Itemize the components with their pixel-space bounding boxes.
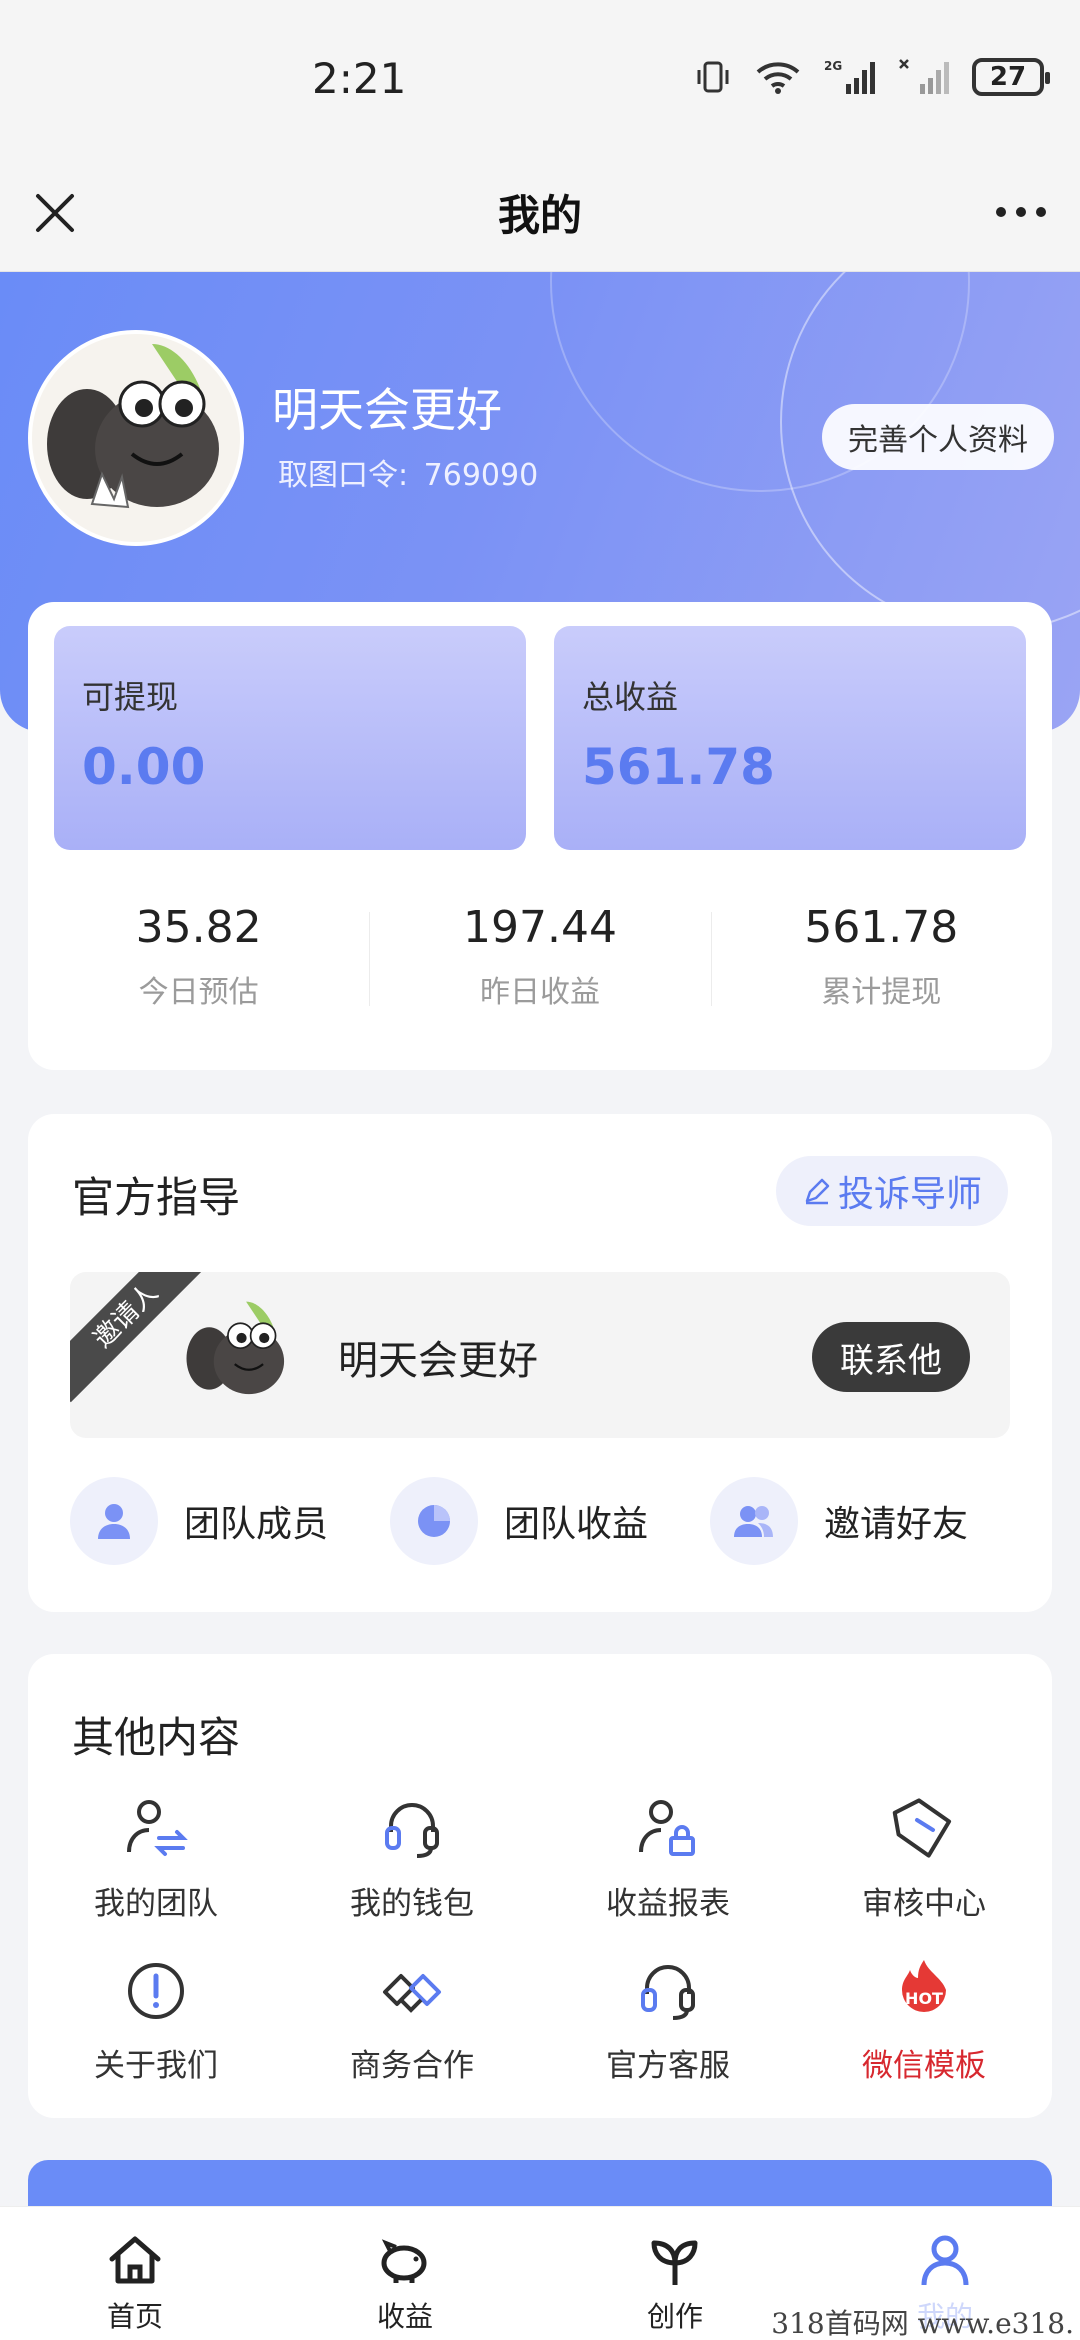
grid-label: 商务合作 <box>350 2048 474 2084</box>
stat-total-withdrawn[interactable]: 561.78 累计提现 <box>710 902 1052 1022</box>
grid-label: 收益报表 <box>606 1886 730 1922</box>
grid-label: 我的团队 <box>94 1886 218 1922</box>
avatar[interactable] <box>28 330 244 546</box>
sheep-avatar-icon <box>32 334 240 542</box>
stat-yesterday-earnings[interactable]: 197.44 昨日收益 <box>369 902 710 1022</box>
stat-label: 昨日收益 <box>479 975 600 1010</box>
stat-label: 累计提现 <box>821 975 942 1010</box>
team-earnings-label: 团队收益 <box>504 1504 649 1545</box>
total-earnings-box[interactable]: 总收益 561.78 <box>554 626 1026 850</box>
team-members-label: 团队成员 <box>184 1504 329 1545</box>
invite-friends-item[interactable]: 邀请好友 <box>710 1476 1030 1566</box>
tab-earnings[interactable]: 收益 <box>270 2207 540 2340</box>
other-content-grid: 我的团队 我的钱包 收益报表 审核中心 关于我们 商务合作 官方客服 HOT 微… <box>28 1794 1052 2118</box>
mentor-row: 邀请人 明天会更好 联系他 <box>70 1272 1010 1438</box>
page-title: 我的 <box>497 191 582 240</box>
battery-indicator: 27 <box>972 58 1050 96</box>
grid-label: 微信模板 <box>862 2048 986 2084</box>
sprout-icon <box>651 2240 698 2285</box>
hot-fire-icon: HOT <box>902 1960 946 2012</box>
piggy-bank-icon <box>381 2239 427 2283</box>
withdrawable-label: 可提现 <box>82 678 179 716</box>
stat-label: 今日预估 <box>138 975 259 1010</box>
mentor-name: 明天会更好 <box>338 1338 538 1384</box>
pickup-code-value: 769090 <box>423 458 539 493</box>
stat-today-estimate[interactable]: 35.82 今日预估 <box>28 902 369 1022</box>
business-cooperation-item[interactable]: 商务合作 <box>284 1956 540 2118</box>
wechat-template-item[interactable]: HOT 微信模板 <box>796 1956 1052 2118</box>
svg-text:2G: 2G <box>824 59 842 73</box>
grid-label: 我的钱包 <box>350 1886 474 1922</box>
stat-value: 561.78 <box>804 902 959 953</box>
status-icons: 2G 27 <box>694 58 1050 96</box>
status-time: 2:21 <box>312 54 407 103</box>
user-lock-icon <box>639 1800 695 1856</box>
complain-mentor-button[interactable]: 投诉导师 <box>775 1156 1008 1226</box>
tab-create[interactable]: 创作 <box>540 2207 810 2340</box>
pickup-code-label: 取图口令: <box>278 458 409 493</box>
total-earnings-label: 总收益 <box>582 678 679 716</box>
team-members-item[interactable]: 团队成员 <box>70 1476 390 1566</box>
pie-chart-icon <box>390 1477 478 1565</box>
status-bar: 2:21 2G 27 <box>0 0 1080 160</box>
pencil-icon <box>805 1178 830 1205</box>
headset-icon <box>385 1803 439 1858</box>
tab-label: 收益 <box>376 2300 433 2333</box>
withdrawable-value: 0.00 <box>82 738 206 796</box>
hot-badge: HOT <box>905 1989 943 2008</box>
pickup-code: 取图口令: 769090 <box>272 450 538 494</box>
tag-icon <box>892 1798 952 1858</box>
user-icon <box>70 1477 158 1565</box>
tab-label: 创作 <box>646 2300 703 2333</box>
invite-friends-label: 邀请好友 <box>824 1504 969 1545</box>
official-guide-card: 官方指导 投诉导师 邀请人 明天会更好 联系他 团队成员 团队收益 邀请好友 <box>28 1114 1052 1612</box>
team-earnings-item[interactable]: 团队收益 <box>390 1476 710 1566</box>
tab-home[interactable]: 首页 <box>0 2207 270 2340</box>
signal-empty-icon <box>899 59 949 94</box>
home-icon <box>109 2236 161 2284</box>
wifi-icon <box>756 62 800 94</box>
tab-label: 首页 <box>106 2300 163 2333</box>
profile-icon <box>921 2235 969 2286</box>
team-transfer-icon <box>127 1800 188 1856</box>
withdrawable-box[interactable]: 可提现 0.00 <box>54 626 526 850</box>
edit-profile-button[interactable]: 完善个人资料 <box>822 404 1054 470</box>
stats-row: 35.82 今日预估 197.44 昨日收益 561.78 累计提现 <box>28 902 1052 1022</box>
my-wallet-item[interactable]: 我的钱包 <box>284 1794 540 1956</box>
sheep-avatar-icon <box>178 1296 296 1414</box>
complain-mentor-label: 投诉导师 <box>837 1174 982 1215</box>
my-team-item[interactable]: 我的团队 <box>28 1794 284 1956</box>
contact-him-button[interactable]: 联系他 <box>812 1322 970 1392</box>
section-title: 官方指导 <box>72 1173 241 1222</box>
grid-label: 关于我们 <box>94 2048 218 2084</box>
watermark: 318首码网 www.e318. <box>771 2302 1074 2340</box>
review-center-item[interactable]: 审核中心 <box>796 1794 1052 1956</box>
mentor-avatar <box>178 1296 296 1414</box>
more-icon[interactable] <box>994 200 1048 224</box>
vibrate-icon <box>697 61 729 93</box>
grid-label: 审核中心 <box>862 1886 986 1922</box>
team-shortcuts: 团队成员 团队收益 邀请好友 <box>70 1476 1030 1566</box>
total-earnings-value: 561.78 <box>582 738 775 796</box>
handshake-icon <box>383 1974 441 2013</box>
stat-value: 35.82 <box>135 902 262 953</box>
earnings-card: 可提现 0.00 总收益 561.78 35.82 今日预估 197.44 昨日… <box>28 602 1052 1070</box>
about-us-item[interactable]: 关于我们 <box>28 1956 284 2118</box>
grid-label: 官方客服 <box>606 2048 730 2084</box>
official-support-item[interactable]: 官方客服 <box>540 1956 796 2118</box>
headset-icon <box>641 1965 695 2020</box>
earnings-report-item[interactable]: 收益报表 <box>540 1794 796 1956</box>
user-name: 明天会更好 <box>272 383 502 437</box>
other-content-card: 其他内容 我的团队 我的钱包 收益报表 审核中心 关于我们 商务合作 官方客服 … <box>28 1654 1052 2118</box>
info-icon <box>128 1963 184 2019</box>
stat-value: 197.44 <box>463 902 617 953</box>
signal-2g-icon: 2G <box>824 59 875 94</box>
battery-level: 27 <box>989 62 1027 92</box>
nav-bar: 我的 <box>0 160 1080 272</box>
section-title: 其他内容 <box>72 1713 241 1762</box>
users-icon <box>710 1477 798 1565</box>
